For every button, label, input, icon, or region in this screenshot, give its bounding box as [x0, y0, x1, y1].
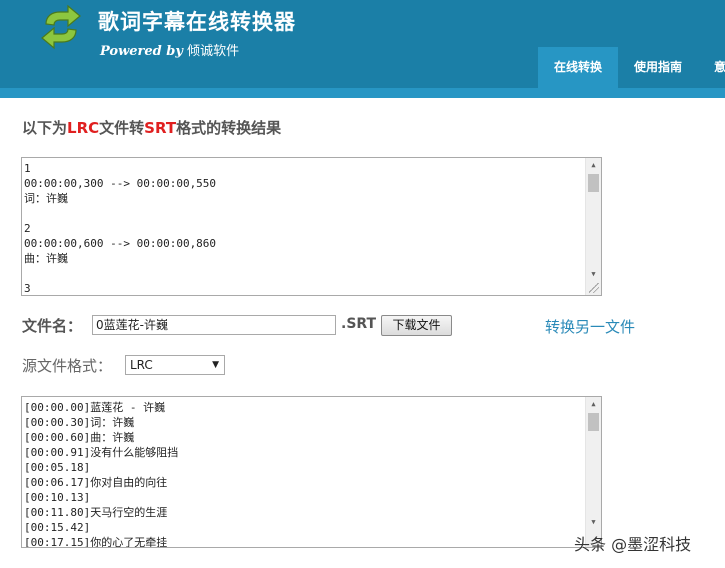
source-textarea[interactable]: [00:00.00]蓝莲花 - 许巍 [00:00.30]词：许巍 [00:00…	[21, 396, 602, 548]
source-format-label: 源文件格式：	[22, 357, 113, 375]
site-header: 歌词字幕在线转换器 Powered by 倾诚软件 在线转换 使用指南 意	[0, 0, 725, 89]
download-button[interactable]: 下载文件	[381, 315, 452, 336]
nav-tab-more[interactable]: 意	[698, 47, 725, 89]
result-heading-prefix: 以下为	[22, 119, 68, 137]
powered-by-label: Powered by	[100, 44, 183, 59]
source-text: [00:00.00]蓝莲花 - 许巍 [00:00.30]词：许巍 [00:00…	[24, 401, 179, 548]
powered-by: Powered by 倾诚软件	[100, 40, 239, 59]
dropdown-arrow-icon: ▼	[212, 360, 219, 370]
result-heading: 以下为LRC文件转SRT格式的转换结果	[22, 117, 281, 138]
filename-input[interactable]: 0蓝莲花-许巍	[92, 315, 336, 335]
header-divider	[0, 88, 725, 98]
nav-tab-guide[interactable]: 使用指南	[618, 47, 698, 89]
scroll-up-icon[interactable]: ▲	[586, 397, 601, 411]
result-heading-middle: 文件转	[99, 119, 145, 137]
output-textarea[interactable]: 1 00:00:00,300 --> 00:00:00,550 词：许巍 2 0…	[21, 157, 602, 296]
result-heading-suffix: 格式的转换结果	[176, 119, 282, 137]
filename-label: 文件名：	[22, 317, 83, 335]
main-nav: 在线转换 使用指南 意	[538, 47, 725, 89]
to-format: SRT	[144, 119, 177, 137]
company-name: 倾诚软件	[187, 44, 240, 59]
watermark: 头条 @墨涩科技	[574, 535, 692, 554]
nav-tab-online-convert[interactable]: 在线转换	[538, 47, 619, 89]
resize-grip-icon[interactable]	[589, 283, 599, 293]
output-scrollbar[interactable]: ▲ ▼	[585, 158, 601, 295]
source-format-select[interactable]: LRC ▼	[125, 355, 225, 375]
refresh-arrows-icon	[41, 4, 81, 50]
output-text: 1 00:00:00,300 --> 00:00:00,550 词：许巍 2 0…	[24, 162, 217, 295]
scroll-down-icon[interactable]: ▼	[586, 267, 601, 281]
source-scrollbar[interactable]: ▲ ▼	[585, 397, 601, 547]
scroll-up-icon[interactable]: ▲	[586, 158, 601, 172]
site-title: 歌词字幕在线转换器	[98, 10, 296, 34]
scroll-thumb[interactable]	[588, 413, 599, 431]
from-format: LRC	[67, 119, 100, 137]
scroll-down-icon[interactable]: ▼	[586, 515, 601, 529]
file-extension: .SRT	[341, 316, 377, 332]
convert-another-link[interactable]: 转换另一文件	[545, 316, 635, 337]
source-format-value: LRC	[130, 358, 153, 372]
scroll-thumb[interactable]	[588, 174, 599, 192]
